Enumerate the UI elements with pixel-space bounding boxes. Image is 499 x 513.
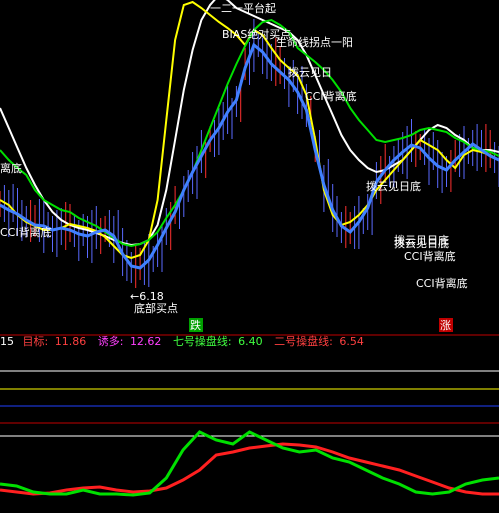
legend-target-label: 目标: <box>23 334 49 348</box>
annotation-cci-mid: CCI背离底 <box>305 89 357 103</box>
legend-lure-value: 12.62 <box>130 335 162 348</box>
indicator-legend: 15 目标: 11.86 诱多: 12.62 七号操盘线: 6.40 二号操盘线… <box>0 334 364 348</box>
lower-line-1 <box>0 430 499 497</box>
lower-line-0 <box>0 442 499 496</box>
legend-target-value: 11.86 <box>55 335 87 348</box>
lower-panel-lines <box>0 430 499 497</box>
legend-period: 15 <box>0 335 14 348</box>
svg-text:涨: 涨 <box>440 319 451 332</box>
svg-text:跌: 跌 <box>190 318 201 332</box>
annotation-bottom-buy: 底部买点 <box>134 301 178 315</box>
signal-tag-down: 跌 <box>189 318 203 332</box>
signal-tag-up: 涨 <box>439 318 453 332</box>
annotation-cloud-right: 拨云见日底 <box>366 179 421 193</box>
annotation-platform: 一二一平台起 <box>210 1 276 15</box>
annotation-cci-right: CCI背离底 <box>404 249 456 263</box>
annotation-cci-left: CCI背离底 <box>0 225 52 239</box>
annotation-cloud: 拨云见日 <box>288 65 332 79</box>
legend-lure-label: 诱多: <box>98 334 124 348</box>
chart-stage: 跌 涨 一二一平台起 BIAS绝对买点 生命线拐点一阳 拨云见日 CCI背离底 … <box>0 0 499 513</box>
stock-indicator-chart: 跌 涨 一二一平台起 BIAS绝对买点 生命线拐点一阳 拨云见日 CCI背离底 … <box>0 0 499 497</box>
legend-line7-value: 6.40 <box>238 335 263 348</box>
annotation-left-divergence: 离底 <box>0 161 22 175</box>
annotation-cloud-low2: 拨云见日底 <box>394 236 449 250</box>
legend-line2-value: 6.54 <box>339 335 364 348</box>
annotation-lifeline: 生命线拐点一阳 <box>276 35 353 49</box>
legend-line2-label: 二号操盘线: <box>274 334 333 348</box>
annotation-cci-right-low: CCI背离底 <box>416 276 468 290</box>
legend-line7-label: 七号操盘线: <box>173 334 232 348</box>
